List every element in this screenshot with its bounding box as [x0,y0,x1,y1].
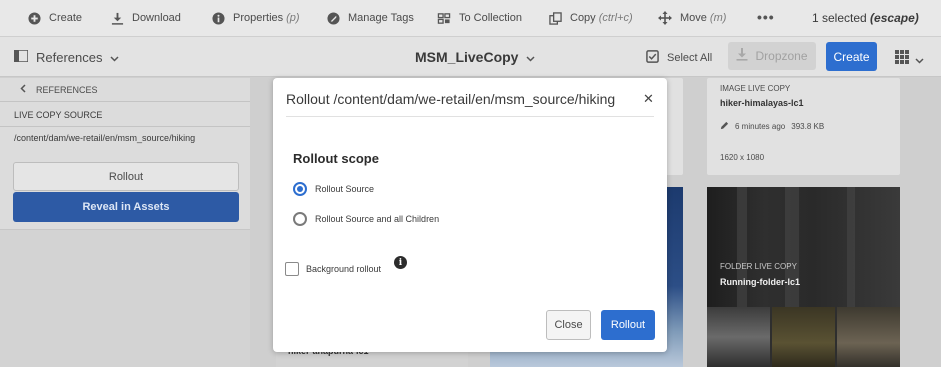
card-modified-time: 6 minutes ago [735,122,786,131]
create-button[interactable]: Create [826,42,877,71]
references-back-label: REFERENCES [36,84,98,95]
plus-circle-icon [27,11,41,25]
folder-thumbnails [707,307,900,367]
rail-toggle-label: References [36,50,103,65]
select-all-icon [646,50,659,66]
folder-card-title: Running-folder-lc1 [720,277,800,287]
rail-icon [13,49,29,65]
view-switcher[interactable] [895,50,924,69]
header-bar: References MSM_LiveCopy Select All Dropz… [0,37,941,77]
manage-tags-action[interactable]: Manage Tags [326,0,414,36]
card-title: hiker-himalayas-lc1 [720,98,804,108]
background-rollout-checkbox[interactable]: Background rollout [285,262,381,276]
select-all-button[interactable]: Select All [646,50,712,66]
folder-card-type-label: FOLDER LIVE COPY [720,262,797,271]
copy-shortcut: (ctrl+c) [598,12,633,24]
download-action-label: Download [132,12,181,24]
reveal-in-assets-button[interactable]: Reveal in Assets [13,192,239,222]
copy-action[interactable]: Copy (ctrl+c) [548,0,633,36]
live-copy-source-path: /content/dam/we-retail/en/msm_source/hik… [14,133,196,143]
more-actions-icon[interactable]: ••• [757,9,775,25]
rail-toggle[interactable]: References [13,49,120,65]
rollout-scope-heading: Rollout scope [293,151,379,166]
properties-action-label: Properties [233,12,284,24]
view-chevron-down-icon [915,51,924,69]
radio-rollout-source[interactable]: Rollout Source [293,182,374,196]
selection-count-label: 1 selected [812,11,867,25]
dropzone-label: Dropzone [755,49,808,63]
properties-shortcut: (p) [286,12,300,24]
collection-icon [437,11,451,25]
rail-divider [0,101,250,102]
card-dimensions: 1620 x 1080 [720,153,765,162]
create-action-label: Create [49,12,83,24]
image-live-copy-card[interactable]: IMAGE LIVE COPY hiker-himalayas-lc1 6 mi… [707,78,900,175]
to-collection-action[interactable]: To Collection [437,0,522,36]
download-icon [110,11,124,25]
close-button[interactable]: Close [546,310,591,340]
folder-thumbnail [707,307,770,367]
radio-rollout-source-label: Rollout Source [315,184,375,194]
tag-icon [326,11,340,25]
live-copy-source-heading: LIVE COPY SOURCE [14,110,103,120]
selection-escape-hint: (escape) [870,11,919,25]
references-rail: REFERENCES LIVE COPY SOURCE /content/dam… [0,78,250,367]
properties-action[interactable]: Properties (p) [211,0,300,36]
card-view-icon [895,50,909,69]
rollout-dialog: Rollout /content/dam/we-retail/en/msm_so… [273,78,667,352]
create-action[interactable]: Create [27,0,82,36]
background-rollout-label: Background rollout [306,264,382,274]
move-action[interactable]: Move (m) [658,0,726,36]
select-all-label: Select All [667,52,713,64]
manage-tags-action-label: Manage Tags [348,12,414,24]
move-icon [658,11,672,25]
page-title-label: MSM_LiveCopy [415,49,519,65]
folder-thumbnail [772,307,835,367]
references-back-link[interactable]: REFERENCES [20,84,98,95]
info-icon [211,11,225,25]
pencil-icon [720,121,729,132]
info-icon[interactable]: i [394,256,407,269]
card-file-size: 393.8 KB [791,122,825,131]
dropzone-button[interactable]: Dropzone [728,42,816,70]
dialog-divider [286,116,654,117]
card-type-label: IMAGE LIVE COPY [720,84,791,93]
close-icon[interactable]: ✕ [643,91,654,107]
chevron-down-icon [110,50,120,65]
download-arrow-icon [736,48,748,64]
folder-thumbnail [837,307,900,367]
card-modified: 6 minutes ago 393.8 KB [720,121,824,132]
rail-divider [0,126,250,127]
live-copy-panel: REFERENCES LIVE COPY SOURCE /content/dam… [0,78,250,230]
page-title[interactable]: MSM_LiveCopy [415,49,535,65]
checkbox-icon [285,262,299,276]
rail-rollout-button[interactable]: Rollout [13,162,239,191]
action-bar: Create Download Properties (p) Manage Tag… [0,0,941,36]
move-action-label: Move [680,12,707,24]
selection-count[interactable]: 1 selected (escape) [812,11,919,25]
radio-unselected-icon [293,212,307,226]
chevron-left-icon [20,84,26,95]
copy-action-label: Copy [570,12,596,24]
radio-rollout-children-label: Rollout Source and all Children [315,214,440,224]
radio-rollout-children[interactable]: Rollout Source and all Children [293,212,439,226]
title-chevron-down-icon [526,49,535,65]
radio-selected-icon [293,182,307,196]
rollout-button[interactable]: Rollout [601,310,655,340]
move-shortcut: (m) [709,12,727,24]
dialog-title: Rollout /content/dam/we-retail/en/msm_so… [286,91,616,107]
copy-icon [548,11,562,25]
download-action[interactable]: Download [110,0,181,36]
to-collection-action-label: To Collection [459,12,522,24]
